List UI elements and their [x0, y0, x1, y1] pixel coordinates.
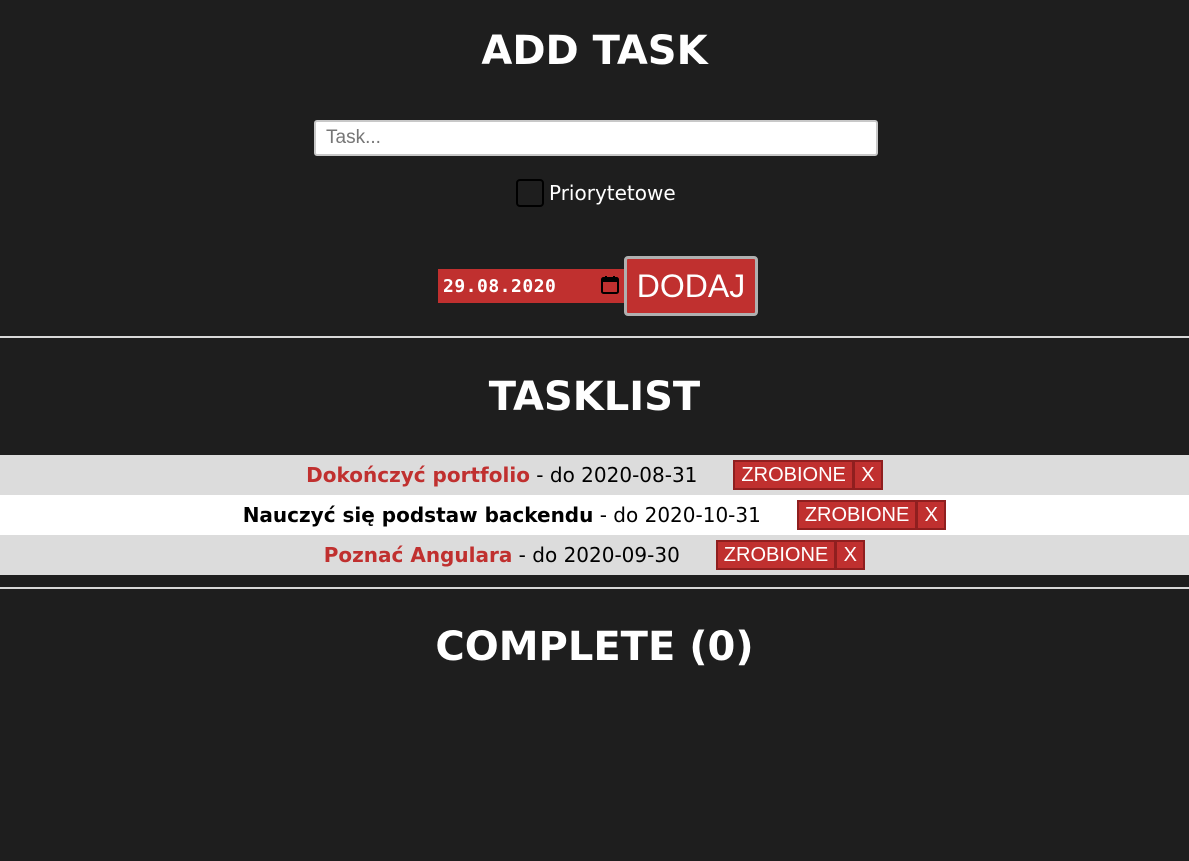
divider-bottom	[0, 587, 1189, 589]
priority-checkbox[interactable]	[516, 179, 544, 207]
task-separator: - do	[593, 503, 645, 527]
priority-label: Priorytetowe	[549, 181, 676, 205]
task-date: 2020-09-30	[563, 543, 680, 567]
task-name: Dokończyć portfolio	[306, 463, 530, 487]
task-actions: ZROBIONE X	[733, 460, 883, 490]
tasklist-title: TASKLIST	[488, 374, 701, 420]
add-task-section: ADD TASK Priorytetowe 29.08.2020 DODAJ	[0, 0, 1189, 336]
done-button[interactable]: ZROBIONE	[733, 460, 854, 490]
task-actions: ZROBIONE X	[715, 540, 866, 570]
task-row: Dokończyć portfolio - do 2020-08-31 ZROB…	[0, 455, 1189, 495]
task-row: Nauczyć się podstaw backendu - do 2020-1…	[0, 495, 1189, 535]
complete-title: COMPLETE (0)	[435, 624, 754, 670]
task-date: 2020-10-31	[644, 503, 761, 527]
task-name: Nauczyć się podstaw backendu	[242, 503, 594, 527]
priority-row: Priorytetowe	[516, 176, 676, 210]
done-button[interactable]: ZROBIONE	[715, 540, 837, 570]
add-button[interactable]: DODAJ	[624, 256, 758, 316]
task-date: 2020-08-31	[581, 463, 698, 487]
remove-button[interactable]: X	[836, 540, 866, 570]
task-list: Dokończyć portfolio - do 2020-08-31 ZROB…	[0, 455, 1189, 575]
date-value: 29.08.2020	[443, 275, 557, 297]
remove-button[interactable]: X	[853, 460, 883, 490]
task-separator: - do	[529, 463, 582, 487]
task-separator: - do	[512, 543, 564, 567]
remove-button[interactable]: X	[917, 500, 947, 530]
task-row: Poznać Angulara - do 2020-09-30 ZROBIONE…	[0, 535, 1189, 575]
task-name: Poznać Angulara	[323, 543, 513, 567]
done-button[interactable]: ZROBIONE	[796, 500, 918, 530]
calendar-icon[interactable]	[600, 275, 620, 295]
task-input[interactable]	[314, 120, 878, 156]
todo-app: ADD TASK Priorytetowe 29.08.2020 DODAJ T…	[0, 0, 1189, 861]
task-actions: ZROBIONE X	[796, 500, 947, 530]
date-input[interactable]: 29.08.2020	[438, 269, 624, 303]
divider-top	[0, 336, 1189, 338]
add-task-title: ADD TASK	[481, 28, 708, 74]
